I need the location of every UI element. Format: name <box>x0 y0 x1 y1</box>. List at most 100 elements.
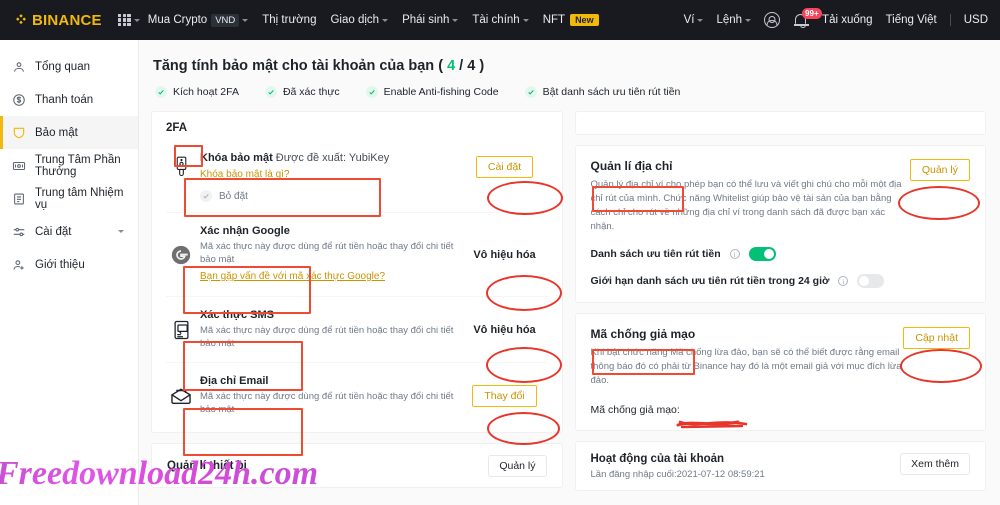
check-item-2fa-label: Kích hoạt 2FA <box>173 86 239 98</box>
nav-item-buy-crypto[interactable]: Mua Crypto VND <box>147 13 249 27</box>
twofa-row-sms-body: Xác thực SMS Mã xác thực này được dùng đ… <box>194 309 462 350</box>
security-score: 4 <box>447 58 456 74</box>
sidebar-item-rewards-center[interactable]: Trung Tâm Phần Thưởng <box>0 149 138 182</box>
check-icon <box>264 86 277 98</box>
sidebar-item-security[interactable]: Bảo mật <box>0 116 138 149</box>
disable-sms-auth-button[interactable]: Vô hiệu hóa <box>473 324 535 336</box>
nav-right-group: Ví Lệnh 99+ Tải xuống Tiếng Việt USD <box>684 7 988 29</box>
sidebar-item-task-center[interactable]: Trung tâm Nhiệm vụ <box>0 182 138 215</box>
chevron-down-icon[interactable] <box>118 230 124 233</box>
sidebar-item-rewards-center-label: Trung Tâm Phần Thưởng <box>35 153 121 178</box>
info-icon[interactable]: i <box>729 249 740 259</box>
twofa-row-email-body: Địa chỉ Email Mã xác thực này được dùng … <box>194 375 462 416</box>
info-icon[interactable]: i <box>838 276 849 286</box>
whitelist-toggle[interactable] <box>748 247 776 261</box>
twofa-row-google-action: Vô hiệu hóa <box>462 249 548 261</box>
twofa-row-google: Xác nhận Google Mã xác thực này được dùn… <box>166 212 548 296</box>
whitelist-24h-toggle[interactable] <box>857 274 885 288</box>
clipboard-icon <box>12 192 26 206</box>
app-grid-chevron-down-icon[interactable] <box>133 18 140 22</box>
antiphishing-description: Khi bật chức năng Mã chống lừa đảo, bạn … <box>590 347 902 386</box>
security-key-help-link[interactable]: Khóa bảo mật là gì? <box>200 169 290 180</box>
chevron-down-icon[interactable] <box>522 18 529 22</box>
nav-item-language[interactable]: Tiếng Việt <box>886 14 937 26</box>
antiphishing-code-row: Mã chống giả mạo: <box>591 404 971 416</box>
check-item-whitelist: Bật danh sách ưu tiên rút tiền <box>524 86 681 98</box>
check-item-2fa: Kích hoạt 2FA <box>155 86 239 98</box>
binance-logo[interactable]: BINANCE <box>14 12 102 29</box>
chevron-down-icon[interactable] <box>242 18 249 22</box>
address-management-card: Quản lí địa chỉ Quản lý địa chỉ ví cho p… <box>574 145 986 303</box>
binance-wordmark: BINANCE <box>32 11 102 29</box>
check-item-antiphishing-label: Enable Anti-fishing Code <box>383 86 499 98</box>
nav-item-orders[interactable]: Lệnh <box>716 14 752 26</box>
nav-item-finance-label: Tài chính <box>472 14 520 26</box>
view-more-activity-button[interactable]: Xem thêm <box>900 453 970 475</box>
change-email-button[interactable]: Thay đổi <box>472 384 537 407</box>
whitelist-toggle-label: Danh sách ưu tiên rút tiền <box>590 248 721 260</box>
manage-devices-button[interactable]: Quản lý <box>488 455 547 477</box>
user-icon <box>12 60 26 74</box>
manage-addresses-button[interactable]: Quản lý <box>909 159 970 181</box>
update-antiphishing-button[interactable]: Cập nhật <box>903 327 970 349</box>
nav-item-download[interactable]: Tải xuống <box>822 14 873 26</box>
disable-google-auth-button[interactable]: Vô hiệu hóa <box>473 249 535 261</box>
check-item-verified-label: Đã xác thực <box>282 86 340 98</box>
security-key-recommendation: Được đề xuất: YubiKey <box>275 152 390 164</box>
google-auth-description: Mã xác thực này được dùng để rút tiền ho… <box>200 241 454 265</box>
user-account-icon[interactable] <box>764 12 781 28</box>
setup-security-key-button[interactable]: Cài đặt <box>475 156 534 178</box>
check-item-verified: Đã xác thực <box>264 86 340 98</box>
chevron-down-icon[interactable] <box>697 18 704 22</box>
security-key-unset-label: Bỏ đặt <box>219 190 248 202</box>
nav-item-derivatives[interactable]: Phái sinh <box>402 14 459 26</box>
nav-item-nft[interactable]: NFT New <box>543 14 599 26</box>
binance-diamond-icon <box>14 13 28 27</box>
top-navigation-bar: BINANCE Mua Crypto VND Thị trường Giao d… <box>0 0 1000 40</box>
nav-item-finance[interactable]: Tài chính <box>472 14 529 26</box>
left-column: 2FA Khóa bảo mật Được đề xuất: YubiKey K… <box>151 111 563 491</box>
nav-item-derivatives-label: Phái sinh <box>402 14 450 26</box>
address-management-title: Quản lí địa chỉ <box>590 159 673 173</box>
sidebar-item-payment[interactable]: Thanh toán <box>0 83 138 116</box>
sidebar-item-overview[interactable]: Tổng quan <box>0 50 138 83</box>
currency-chip-vnd[interactable]: VND <box>211 13 240 27</box>
antiphishing-card: Mã chống giả mạo Khi bật chức năng Mã ch… <box>574 313 986 431</box>
sidebar-item-payment-label: Thanh toán <box>35 93 94 106</box>
nav-item-buy-crypto-label: Mua Crypto <box>147 14 208 26</box>
chevron-down-icon[interactable] <box>382 18 389 22</box>
nav-item-wallet-label: Ví <box>683 14 695 26</box>
app-grid-icon[interactable] <box>117 13 131 27</box>
user-plus-icon <box>12 258 26 272</box>
nav-item-wallet[interactable]: Ví <box>684 14 704 26</box>
page-title-prefix: Tăng tính bảo mật cho tài khoản của bạn … <box>153 58 448 74</box>
sliders-icon <box>12 225 26 239</box>
device-management-title: Quản lí thiết bị <box>167 460 247 472</box>
nav-divider <box>949 14 951 26</box>
whitelist-toggle-row: Danh sách ưu tiên rút tiền i <box>591 247 971 261</box>
sidebar: Tổng quan Thanh toán Bảo mật Trung Tâm P… <box>0 40 139 505</box>
content-columns: 2FA Khóa bảo mật Được đề xuất: YubiKey K… <box>151 111 986 491</box>
address-management-header: Quản lí địa chỉ Quản lý địa chỉ ví cho p… <box>590 159 970 234</box>
sidebar-item-settings[interactable]: Cài đặt <box>0 215 138 248</box>
google-auth-help-link[interactable]: Bạn gặp vấn đề với mã xác thực Google? <box>200 271 385 282</box>
sms-auth-title: Xác thực SMS <box>200 309 274 321</box>
nav-item-trade[interactable]: Giao dịch <box>330 14 389 26</box>
security-key-unset-row: Bỏ đặt <box>166 190 548 212</box>
twofa-row-security-key-action: Cài đặt <box>462 156 548 178</box>
sidebar-item-referral[interactable]: Giới thiệu <box>0 248 138 281</box>
nav-item-orders-label: Lệnh <box>716 14 743 26</box>
nav-item-markets[interactable]: Thị trường <box>262 14 316 26</box>
check-item-whitelist-label: Bật danh sách ưu tiên rút tiền <box>542 86 681 98</box>
new-badge: New <box>570 14 599 26</box>
antiphishing-header: Mã chống giả mạo Khi bật chức năng Mã ch… <box>590 327 970 388</box>
twofa-row-email: Địa chỉ Email Mã xác thực này được dùng … <box>166 362 548 428</box>
page-title-suffix: / 4 ) <box>455 58 485 74</box>
twofa-row-security-key-body: Khóa bảo mật Được đề xuất: YubiKey Khóa … <box>194 152 462 182</box>
nav-item-currency[interactable]: USD <box>964 14 988 26</box>
sidebar-item-referral-label: Giới thiệu <box>35 258 85 271</box>
notification-bell-icon[interactable]: 99+ <box>793 7 822 29</box>
chevron-down-icon[interactable] <box>745 18 752 22</box>
chevron-down-icon[interactable] <box>452 18 459 22</box>
email-icon <box>168 387 194 405</box>
